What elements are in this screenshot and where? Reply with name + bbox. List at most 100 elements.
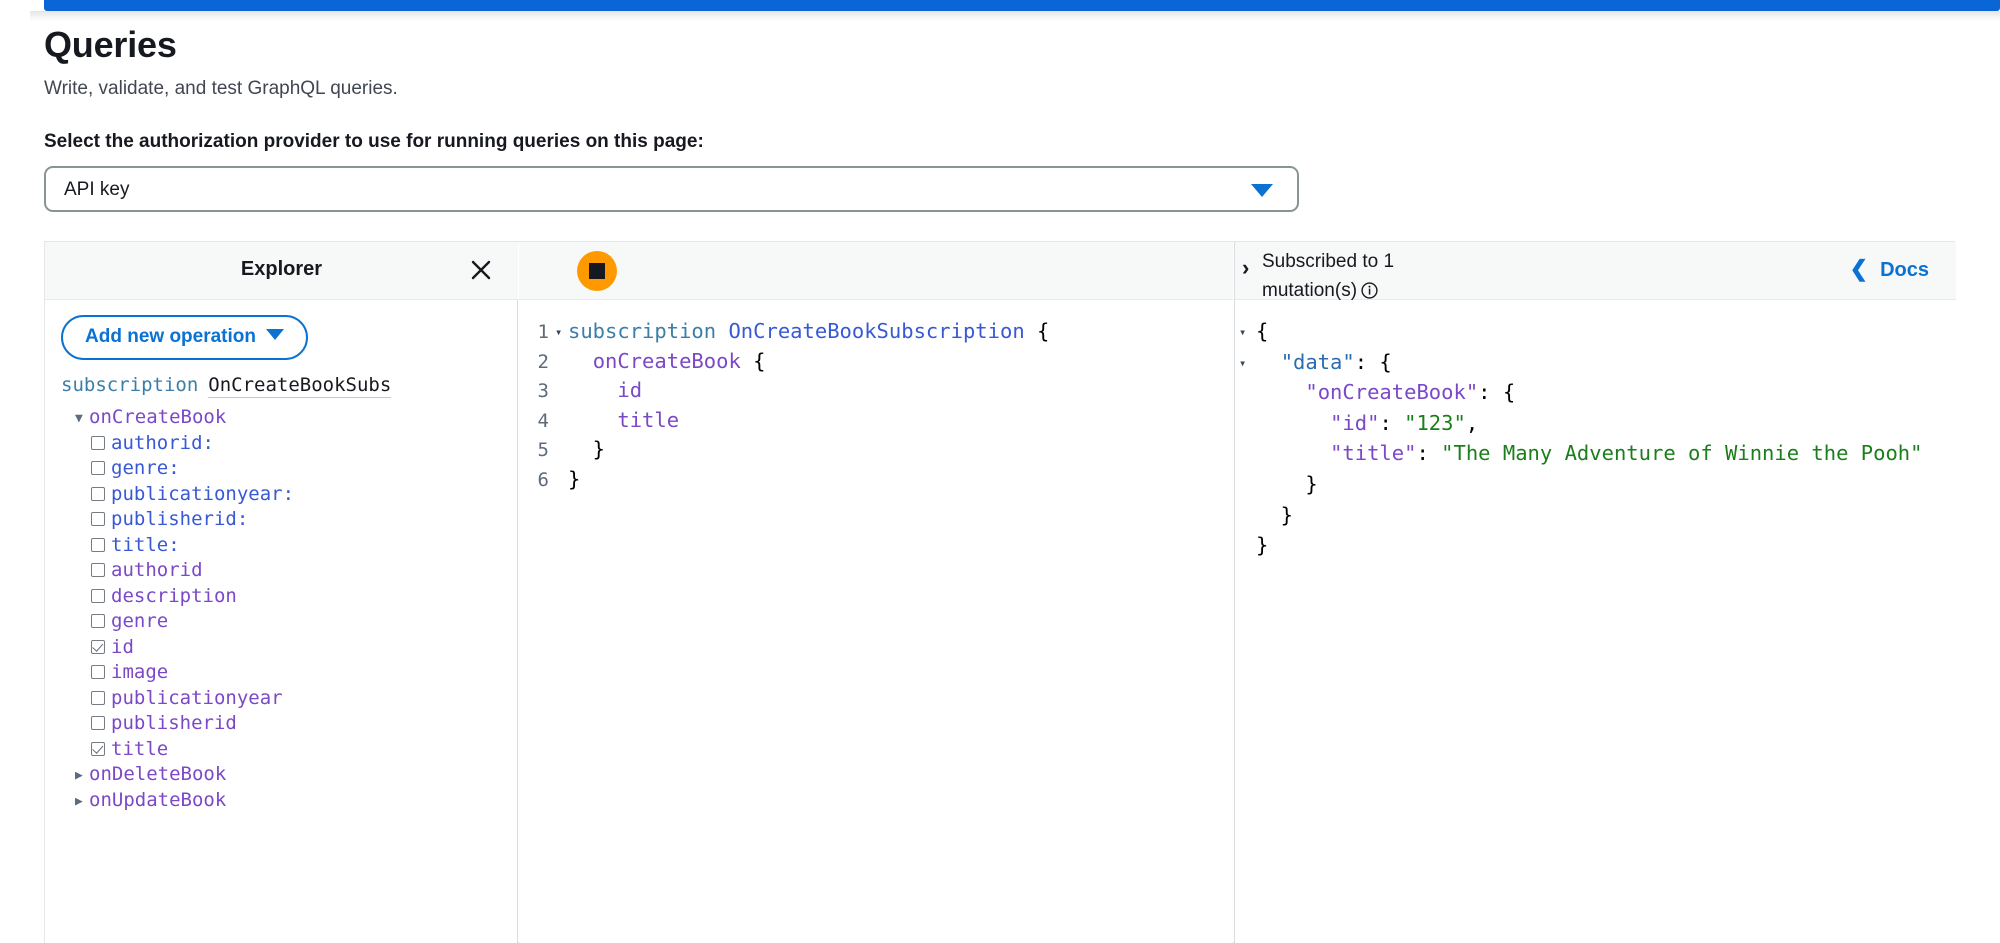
checkbox-icon[interactable] [91,512,105,526]
page-subtitle: Write, validate, and test GraphQL querie… [44,78,398,99]
fold-arrow-icon[interactable]: ▾ [555,318,568,348]
code-text: } [568,437,606,462]
docs-button[interactable]: ❮ Docs [1850,256,1929,282]
top-bar-shadow [30,11,2000,21]
explorer-tree-item-label: publisherid [111,712,237,734]
explorer-tree-item-label: onDeleteBook [89,763,227,785]
explorer-tree-item-label: onUpdateBook [89,788,227,811]
checkbox-icon[interactable] [91,461,105,475]
chevron-right-icon[interactable]: › [1242,255,1249,281]
explorer-title: Explorer [240,258,323,280]
checkbox-icon[interactable] [91,588,105,603]
line-number: 5 [537,439,549,462]
code-line: 6 } [519,465,1233,495]
explorer-tree-item[interactable]: publisherid: [61,507,517,533]
explorer-tree-item-label: genre [111,610,169,632]
code-line: 4 title [519,406,1233,436]
explorer-tree-item[interactable]: publisherid [61,711,517,737]
caret-right-icon[interactable]: ▶ [75,789,89,815]
line-number: 1 [537,321,549,343]
checkbox-icon[interactable] [91,716,105,730]
explorer-tree-item[interactable]: ▶ onDeleteBook [61,762,517,788]
caret-down-icon[interactable]: ▼ [75,406,89,432]
result-line: ▾{ [1235,317,1956,348]
explorer-tree-item-label: publicationyear [111,686,283,709]
code-text: subscription OnCreateBookSubscription { [568,319,1050,343]
explorer-body: Add new operation subscription OnCreateBo… [45,301,517,943]
explorer-tree-item[interactable]: publicationyear [61,686,517,712]
checkbox-checked-icon[interactable] [91,639,105,654]
explorer-tree-item[interactable]: authorid: [61,431,517,457]
fold-arrow-icon[interactable]: ▾ [1239,349,1256,379]
operation-name[interactable]: OnCreateBookSubs [208,374,392,398]
line-number: 2 [537,350,549,373]
result-panel: › Subscribed to 1 mutation(s) ❮ Docs ▾{▾ … [1234,242,1956,943]
code-text: } [568,466,581,491]
docs-label: Docs [1880,259,1929,281]
explorer-tree-item-label: genre: [111,457,180,479]
line-number: 6 [537,468,549,491]
auth-provider-select[interactable]: API key [44,166,1299,212]
explorer-tree-item[interactable]: ▼ onCreateBook [61,405,517,431]
checkbox-icon[interactable] [91,690,105,705]
explorer-tree-item[interactable]: genre [61,609,517,635]
result-text: "onCreateBook": { [1305,380,1516,405]
checkbox-icon[interactable] [91,435,105,450]
stop-subscription-button[interactable] [577,251,617,291]
explorer-tree-item-label: publisherid: [111,508,249,530]
explorer-header: Explorer [45,242,518,300]
explorer-tree-item-label: onCreateBook [89,406,227,428]
checkbox-checked-icon[interactable] [91,741,105,756]
close-icon[interactable] [466,255,496,285]
explorer-tree-item[interactable]: title: [61,533,517,559]
code-text: id [617,378,643,403]
chevron-left-icon: ❮ [1849,256,1869,281]
checkbox-icon[interactable] [91,614,105,628]
checkbox-icon[interactable] [91,665,105,679]
checkbox-icon[interactable] [91,486,105,501]
fold-arrow-icon[interactable]: ▾ [1239,318,1256,348]
chevron-down-icon [266,329,284,340]
explorer-tree-item[interactable]: id [61,635,517,661]
explorer-tree-item[interactable]: publicationyear: [61,482,517,508]
result-text: "data": { [1280,349,1392,374]
result-line: "id": "123", [1235,409,1956,440]
checkbox-icon[interactable] [91,537,105,552]
explorer-field-tree: ▼ onCreateBook authorid: genre: publicationy… [61,405,517,813]
code-text: title [617,407,680,432]
add-new-operation-label: Add new operation [85,326,256,347]
subscription-status: Subscribed to 1 mutation(s) [1262,247,1422,305]
auth-provider-label: Select the authorization provider to use… [44,131,704,152]
caret-right-icon[interactable]: ▶ [75,763,89,789]
explorer-tree-item[interactable]: title [61,737,517,763]
auth-provider-value: API key [64,179,130,200]
code-line: 2 onCreateBook { [519,347,1233,377]
code-line: 5 } [519,435,1233,465]
explorer-tree-item[interactable]: description [61,584,517,610]
explorer-tree-item[interactable]: ▶ onUpdateBook [61,788,517,814]
explorer-tree-item[interactable]: authorid [61,558,517,584]
result-text: "title": "The Many Adventure of Winnie t… [1330,441,1923,466]
explorer-tree-item[interactable]: genre: [61,456,517,482]
result-line: "title": "The Many Adventure of Winnie t… [1235,439,1956,470]
checkbox-icon[interactable] [91,563,105,577]
explorer-tree-item[interactable]: image [61,660,517,686]
add-new-operation-button[interactable]: Add new operation [61,315,308,360]
chevron-down-icon [1251,184,1273,197]
query-editor[interactable]: 1 ▾ subscription OnCreateBookSubscription … [519,301,1233,943]
explorer-panel: Explorer Add new operation subscription O… [45,242,518,943]
explorer-tree-item-label: authorid [111,559,203,581]
result-line: } [1235,531,1956,562]
result-line: } [1235,501,1956,532]
explorer-tree-item-label: authorid: [111,431,214,454]
code-text: onCreateBook { [592,348,766,373]
result-line: } [1235,470,1956,501]
info-icon[interactable] [1361,279,1378,299]
